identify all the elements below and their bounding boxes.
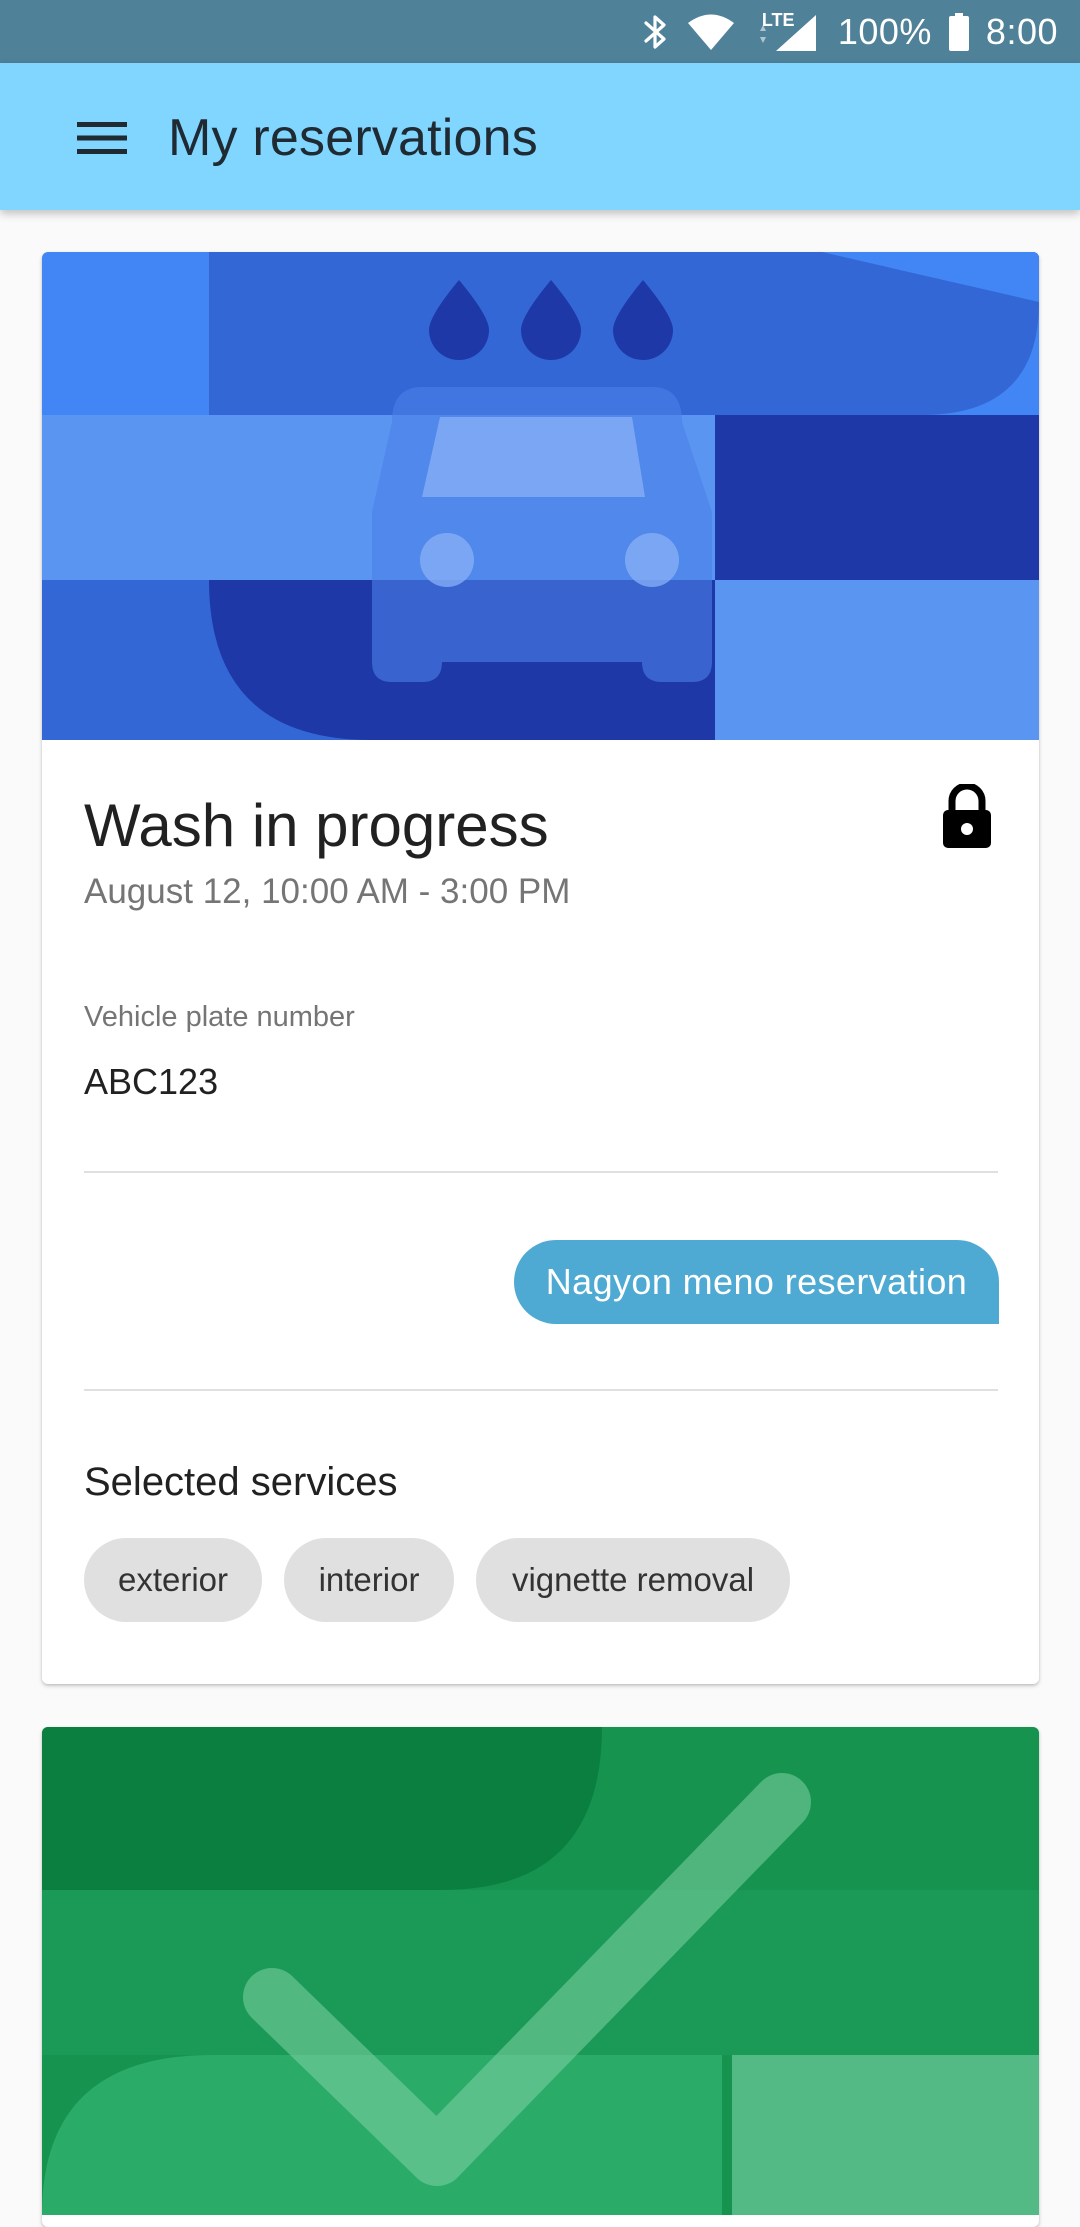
bluetooth-icon bbox=[642, 12, 670, 52]
reservation-card[interactable]: Wash in progress August 12, 10:00 AM - 3… bbox=[42, 252, 1039, 1684]
reservation-card[interactable] bbox=[42, 1727, 1039, 2227]
reservation-action-button[interactable]: Nagyon meno reservation bbox=[514, 1240, 999, 1324]
checkmark-icon bbox=[42, 1727, 1039, 2215]
wifi-icon bbox=[686, 12, 736, 52]
menu-icon bbox=[77, 122, 127, 154]
battery-percent: 100% bbox=[837, 10, 932, 52]
menu-button[interactable] bbox=[62, 103, 142, 173]
service-chip[interactable]: interior bbox=[284, 1538, 454, 1622]
signal-icon: LTE bbox=[752, 11, 822, 53]
services-title: Selected services bbox=[84, 1460, 398, 1504]
network-type-text: LTE bbox=[761, 9, 795, 30]
car-wash-icon bbox=[42, 252, 1039, 740]
lock-icon bbox=[943, 784, 991, 848]
divider bbox=[84, 1389, 998, 1391]
service-chip[interactable]: vignette removal bbox=[476, 1538, 790, 1622]
status-bar: LTE 100% 8:00 bbox=[0, 0, 1080, 63]
plate-value: ABC123 bbox=[84, 1061, 219, 1102]
clock: 8:00 bbox=[985, 10, 1058, 52]
app-bar: My reservations bbox=[0, 63, 1080, 210]
page-title: My reservations bbox=[168, 109, 538, 167]
reservation-status: Wash in progress bbox=[84, 792, 549, 859]
reservation-datetime: August 12, 10:00 AM - 3:00 PM bbox=[84, 872, 571, 911]
plate-label: Vehicle plate number bbox=[84, 1001, 355, 1033]
divider bbox=[84, 1171, 998, 1173]
battery-icon bbox=[948, 12, 970, 52]
service-chip[interactable]: exterior bbox=[84, 1538, 262, 1622]
services-chips: exterior interior vignette removal bbox=[84, 1538, 790, 1622]
